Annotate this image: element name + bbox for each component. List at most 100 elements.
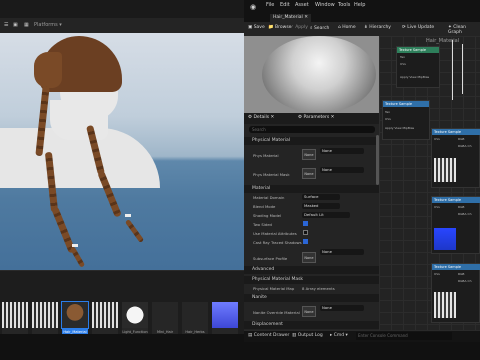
asset-thumbnail[interactable]: [61, 301, 89, 329]
hair-fringe: [34, 52, 62, 88]
live-update-button[interactable]: ⟳ Live Update: [402, 25, 434, 30]
save-button[interactable]: ▣ Save: [248, 25, 265, 30]
subsurface-profile-dropdown[interactable]: None: [320, 249, 364, 255]
two-sided-label: Two Sided: [253, 222, 272, 227]
asset-thumbnail[interactable]: [122, 302, 148, 328]
tab-details[interactable]: ⚙ Details ✕: [248, 115, 274, 120]
graph-node-pin: RGBA Ch: [458, 212, 472, 216]
search-button[interactable]: ⌕ Search: [310, 25, 329, 31]
hierarchy-button[interactable]: ⋔ Hierarchy: [364, 25, 391, 30]
phys-material-mask-label: Phys Material Mask: [253, 172, 290, 177]
cast-ray-traced-shadows-checkbox[interactable]: [303, 239, 308, 244]
asset-thumbnail[interactable]: [32, 302, 58, 328]
physical-material-map-value: 8 Array elements: [302, 286, 335, 291]
graph-node-pin: Tex: [400, 55, 405, 59]
graph-node-pin: UVs: [434, 205, 440, 209]
phys-material-mask-dropdown[interactable]: None: [320, 167, 364, 173]
clean-graph-button[interactable]: ✦ Clean Graph: [448, 25, 480, 35]
platforms-menu[interactable]: Platforms ▾: [34, 20, 62, 31]
cast-ray-traced-shadows-label: Cast Ray Traced Shadows: [253, 240, 302, 245]
graph-title: Hair_Material: [426, 38, 460, 44]
section-displacement[interactable]: Displacement: [244, 321, 379, 329]
section-physical-material[interactable]: Physical Material: [244, 137, 379, 145]
shading-model-label: Shading Model: [253, 213, 282, 218]
details-search-placeholder: Search: [252, 127, 266, 132]
nanite-override-material-label: Nanite Override Material: [253, 310, 300, 315]
preview-sphere: [262, 36, 376, 113]
console-command-input[interactable]: Enter Console Command: [356, 332, 452, 340]
subsurface-profile-swatch[interactable]: None: [302, 252, 316, 263]
graph-node-title: Texture Sample: [397, 47, 439, 53]
phys-material-swatch[interactable]: None: [302, 149, 316, 160]
section-advanced[interactable]: Advanced: [244, 266, 379, 274]
section-physical-material-mask[interactable]: Physical Material Mask: [244, 276, 379, 284]
graph-node-pin: RGB: [458, 272, 465, 276]
asset-thumbnail[interactable]: [92, 302, 118, 328]
braid-tie-right: [125, 214, 131, 217]
asset-thumbnail[interactable]: [152, 302, 178, 328]
graph-node-pin: UVs: [434, 137, 440, 141]
save-icon[interactable]: ▣: [13, 20, 18, 31]
physical-material-map-label: Physical Material Map: [253, 286, 295, 291]
section-material[interactable]: Material: [244, 185, 379, 193]
blend-mode-dropdown[interactable]: Masked: [302, 203, 340, 209]
texture-preview-thumbnail: [434, 158, 456, 182]
graph-node-pin: UVs: [434, 272, 440, 276]
graph-node-title: Texture Sample: [432, 264, 480, 270]
menu-file[interactable]: File: [266, 2, 274, 8]
material-domain-dropdown[interactable]: Surface: [302, 194, 340, 200]
unreal-logo-icon: ◉: [250, 3, 257, 11]
graph-node-title: Texture Sample: [383, 101, 429, 107]
texture-preview-thumbnail: [434, 292, 456, 318]
two-sided-checkbox[interactable]: [303, 221, 308, 226]
home-button[interactable]: ⌂ Home: [338, 25, 356, 30]
apply-button[interactable]: ✓ Apply: [290, 25, 308, 30]
asset-thumbnail[interactable]: [2, 302, 28, 328]
subsurface-profile-label: Subsurface Profile: [253, 256, 288, 261]
menu-window[interactable]: Window: [315, 2, 335, 8]
graph-node-pin: Apply View MipBias: [400, 75, 430, 79]
grid-icon[interactable]: ▦: [24, 20, 29, 31]
hamburger-icon[interactable]: ☰: [4, 20, 8, 31]
right-bottom-bar: [244, 342, 480, 360]
shading-model-dropdown[interactable]: Default Lit: [302, 212, 350, 218]
use-material-attributes-label: Use Material Attributes: [253, 231, 297, 236]
blend-mode-label: Blend Mode: [253, 204, 276, 209]
content-drawer-button[interactable]: ▤ Content Drawer: [248, 333, 289, 338]
output-log-button[interactable]: ▥ Output Log: [292, 333, 323, 338]
graph-node-pin: UVs: [385, 117, 391, 121]
cmd-selector[interactable]: ▸ Cmd ▾: [330, 333, 348, 338]
menu-help[interactable]: Help: [354, 2, 365, 8]
graph-node-pin: Apply View MipBias: [385, 126, 415, 130]
graph-wire: [462, 44, 463, 94]
menu-asset[interactable]: Asset: [295, 2, 309, 8]
details-search-input[interactable]: [249, 126, 375, 133]
phys-material-mask-swatch[interactable]: None: [302, 168, 316, 179]
graph-node-pin: Tex: [385, 110, 390, 114]
document-tab[interactable]: Hair_Material ✕: [270, 14, 311, 22]
menu-tools[interactable]: Tools: [338, 2, 350, 8]
graph-node-title: Texture Sample: [432, 197, 480, 203]
nanite-override-dropdown[interactable]: None: [320, 305, 364, 311]
texture-preview-thumbnail: [434, 228, 456, 250]
phys-material-dropdown[interactable]: None: [320, 148, 364, 154]
browse-button[interactable]: 📁 Browse: [268, 25, 291, 30]
graph-node-title: Texture Sample: [432, 129, 480, 135]
graph-node-pin: RGB: [458, 205, 465, 209]
asset-thumbnail[interactable]: [212, 302, 238, 328]
graph-node-pin: RGB: [458, 137, 465, 141]
asset-thumbnail[interactable]: [182, 302, 208, 328]
graph-node-pin: RGBA Ch: [458, 279, 472, 283]
phys-material-label: Phys Material: [253, 153, 279, 158]
menu-edit[interactable]: Edit: [280, 2, 290, 8]
section-nanite[interactable]: Nanite: [244, 294, 379, 302]
left-bottom-bar: [0, 334, 244, 360]
graph-node-pin: UVs: [400, 62, 406, 66]
screen: ☰ ▣ ▦ Platforms ▾ Hair_Material Light_Fun…: [0, 0, 480, 360]
use-material-attributes-checkbox[interactable]: [303, 230, 308, 235]
tab-parameters[interactable]: ⚙ Parameters ✕: [298, 115, 334, 120]
nanite-override-swatch[interactable]: None: [302, 306, 316, 317]
material-domain-label: Material Domain: [253, 195, 285, 200]
graph-node-pin: RGBA Ch: [458, 144, 472, 148]
graph-wire: [452, 40, 453, 100]
